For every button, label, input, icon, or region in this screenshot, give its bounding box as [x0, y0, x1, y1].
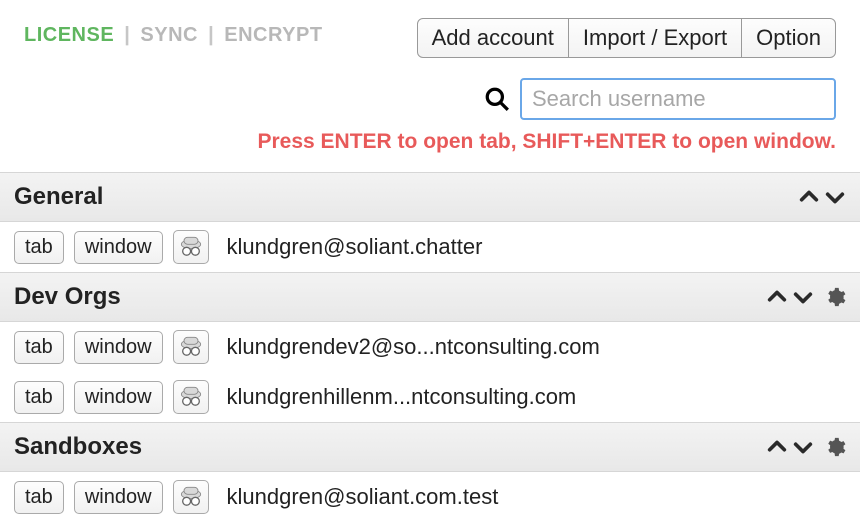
incognito-button[interactable]: [173, 330, 209, 364]
incognito-icon: [177, 383, 205, 412]
section-controls: [798, 186, 846, 208]
incognito-icon: [177, 233, 205, 262]
window-button[interactable]: window: [74, 381, 163, 414]
section-header: General: [0, 172, 860, 222]
top-buttons: Add account Import / Export Option: [417, 18, 836, 58]
add-account-button[interactable]: Add account: [417, 18, 569, 58]
username-label: klundgren@soliant.com.test: [227, 484, 499, 510]
username-label: klundgrenhillenm...ntconsulting.com: [227, 384, 577, 410]
window-button[interactable]: window: [74, 331, 163, 364]
incognito-button[interactable]: [173, 230, 209, 264]
account-row: tab window klundgrenhillenm...ntconsultin…: [0, 372, 860, 422]
username-label: klundgren@soliant.chatter: [227, 234, 483, 260]
sync-link[interactable]: SYNC: [140, 24, 198, 46]
tab-button[interactable]: tab: [14, 331, 64, 364]
top-links: LICENSE | SYNC | ENCRYPT: [24, 18, 323, 47]
section-header: Sandboxes: [0, 422, 860, 472]
chevron-up-icon[interactable]: [766, 286, 788, 308]
account-row: tab window klundgren@soliant.chatter: [0, 222, 860, 272]
incognito-icon: [177, 483, 205, 512]
account-row: tab window klundgren@soliant.com.test: [0, 472, 860, 522]
tab-button[interactable]: tab: [14, 481, 64, 514]
chevron-down-icon[interactable]: [824, 186, 846, 208]
tab-button[interactable]: tab: [14, 231, 64, 264]
license-link[interactable]: LICENSE: [24, 24, 114, 46]
incognito-button[interactable]: [173, 380, 209, 414]
tab-button[interactable]: tab: [14, 381, 64, 414]
section-header: Dev Orgs: [0, 272, 860, 322]
keyboard-hint: Press ENTER to open tab, SHIFT+ENTER to …: [24, 130, 836, 154]
option-button[interactable]: Option: [741, 18, 836, 58]
chevron-down-icon[interactable]: [792, 286, 814, 308]
incognito-button[interactable]: [173, 480, 209, 514]
search-input[interactable]: [520, 78, 836, 120]
search-icon: [484, 86, 510, 112]
top-bar: LICENSE | SYNC | ENCRYPT Add account Imp…: [24, 18, 836, 58]
chevron-up-icon[interactable]: [766, 436, 788, 458]
section-title: Dev Orgs: [14, 283, 121, 311]
section-title: Sandboxes: [14, 433, 142, 461]
section-title: General: [14, 183, 103, 211]
username-label: klundgrendev2@so...ntconsulting.com: [227, 334, 600, 360]
encrypt-link[interactable]: ENCRYPT: [224, 24, 322, 46]
incognito-icon: [177, 333, 205, 362]
gear-icon[interactable]: [824, 436, 846, 458]
window-button[interactable]: window: [74, 231, 163, 264]
window-button[interactable]: window: [74, 481, 163, 514]
gear-icon[interactable]: [824, 286, 846, 308]
import-export-button[interactable]: Import / Export: [569, 18, 741, 58]
account-row: tab window klundgrendev2@so...ntconsultin…: [0, 322, 860, 372]
search-row: [24, 78, 836, 120]
section-controls: [766, 286, 846, 308]
separator: |: [120, 24, 134, 46]
chevron-up-icon[interactable]: [798, 186, 820, 208]
chevron-down-icon[interactable]: [792, 436, 814, 458]
separator: |: [204, 24, 218, 46]
section-controls: [766, 436, 846, 458]
